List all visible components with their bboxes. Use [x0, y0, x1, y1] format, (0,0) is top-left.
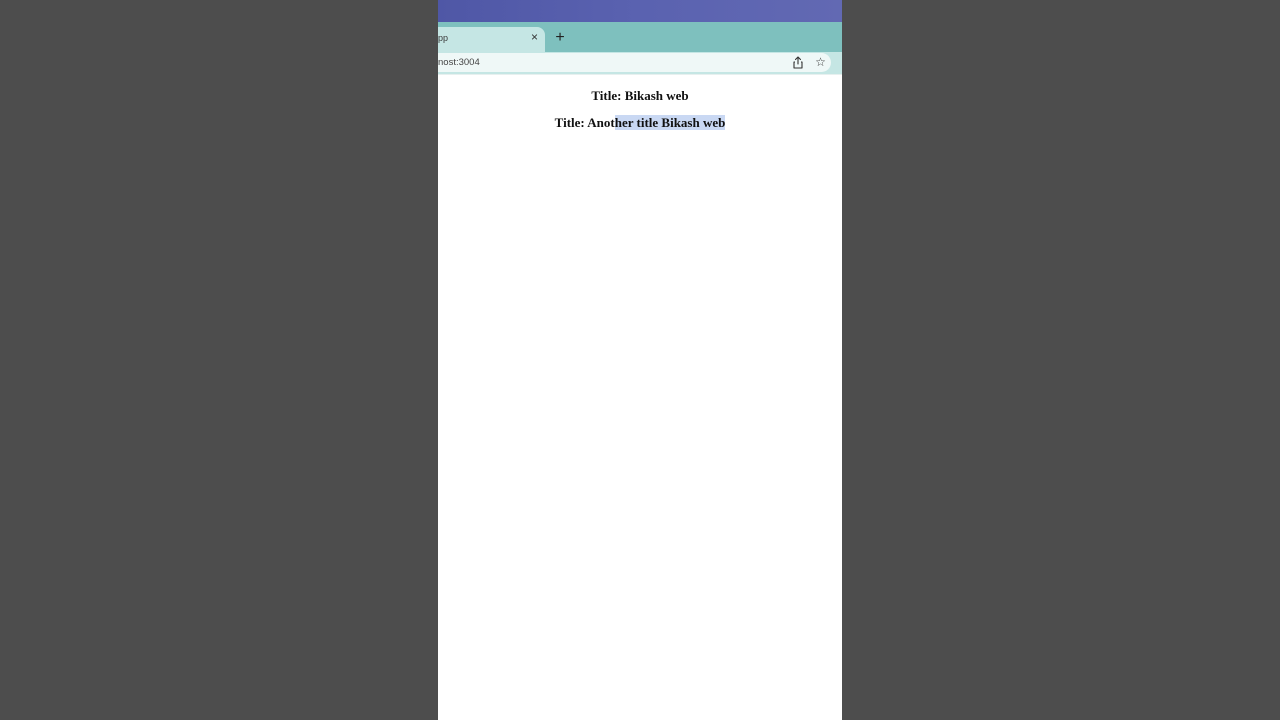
window-titlebar	[438, 0, 842, 22]
close-tab-icon[interactable]: ×	[528, 31, 541, 44]
new-tab-button[interactable]: +	[552, 30, 568, 46]
address-bar[interactable]: nost:3004 ☆	[438, 53, 831, 72]
page-content: Title: Bikash web Title: Another title B…	[438, 74, 842, 720]
browser-toolbar: nost:3004 ☆	[438, 52, 842, 74]
title-heading-2: Title: Another title Bikash web	[438, 115, 842, 131]
heading-2-unselected-text: Title: Anot	[554, 115, 615, 130]
share-icon[interactable]	[792, 56, 804, 69]
selected-text-highlight: her title Bikash web	[614, 115, 726, 130]
title-heading-1: Title: Bikash web	[591, 88, 689, 103]
bookmark-star-icon[interactable]: ☆	[814, 55, 827, 69]
tab-strip: pp × +	[438, 22, 842, 52]
tab-title: pp	[438, 33, 449, 43]
browser-window: pp × + nost:3004 ☆ Title: Bikash web Tit…	[438, 0, 842, 720]
url-text[interactable]: nost:3004	[438, 57, 480, 68]
active-tab[interactable]: pp ×	[438, 27, 545, 52]
